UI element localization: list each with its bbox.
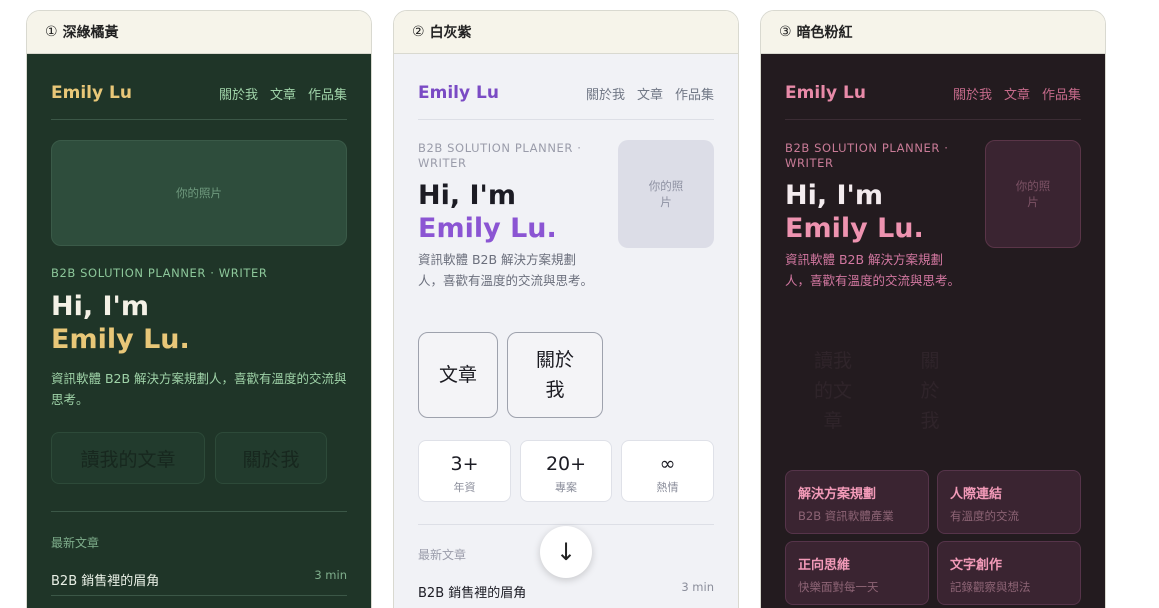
- hero-greeting: Hi, I'm: [418, 180, 516, 211]
- section-divider: [51, 511, 347, 512]
- panel-number: ③: [779, 24, 792, 40]
- role-eyebrow: B2B SOLUTION PLANNER · WRITER: [51, 266, 268, 280]
- preview-page: Emily Lu 關於我 文章 作品集 B2B SOLUTION PLANNER…: [394, 54, 738, 608]
- brand-logo[interactable]: Emily Lu: [418, 83, 499, 103]
- article-read-time: 3 min: [681, 580, 714, 594]
- hero-description: 資訊軟體 B2B 解決方案規劃人，喜歡有溫度的交流與思考。: [785, 252, 961, 288]
- panel-header: ③ 暗色粉紅: [761, 11, 1105, 54]
- nav-divider: [418, 119, 714, 120]
- hero-name: Emily Lu.: [785, 213, 924, 244]
- skill-card: 人際連結 有溫度的交流: [937, 470, 1081, 534]
- skill-card: 文字創作 記錄觀察與想法: [937, 541, 1081, 605]
- skill-subtitle: 有溫度的交流: [950, 509, 1019, 523]
- role-eyebrow: B2B SOLUTION PLANNER · WRITER: [785, 141, 949, 170]
- panel-title: 深綠橘黃: [62, 25, 119, 41]
- skill-title: 正向思維: [798, 558, 851, 573]
- top-nav: Emily Lu 關於我 文章 作品集: [785, 78, 1081, 108]
- photo-placeholder: 你的照片: [51, 140, 347, 246]
- nav-divider: [785, 119, 1081, 120]
- role-eyebrow: B2B SOLUTION PLANNER · WRITER: [418, 141, 582, 170]
- skill-title: 人際連結: [950, 487, 1003, 502]
- nav-link-portfolio[interactable]: 作品集: [1042, 84, 1081, 103]
- read-articles-button[interactable]: 讀我的文章: [811, 346, 855, 436]
- hero-greeting: Hi, I'm: [785, 180, 883, 211]
- about-me-button[interactable]: 關於我: [507, 332, 603, 418]
- skill-card: 正向思維 快樂面對每一天: [785, 541, 929, 605]
- stat-card: ∞ 熱情: [621, 440, 714, 502]
- hero-greeting: Hi, I'm: [51, 291, 149, 322]
- panel-title: 暗色粉紅: [796, 25, 853, 41]
- hero-name: Emily Lu.: [418, 213, 557, 244]
- stat-value: 3+: [450, 453, 479, 475]
- about-me-button[interactable]: 關於我: [215, 432, 327, 484]
- panel-number: ②: [412, 24, 425, 40]
- stat-label: 年資: [453, 481, 476, 494]
- panel-title: 白灰紫: [429, 25, 472, 41]
- articles-button[interactable]: 文章: [418, 332, 498, 418]
- read-articles-button[interactable]: 讀我的文章: [51, 432, 205, 484]
- nav-link-articles[interactable]: 文章: [637, 84, 663, 103]
- stat-value: ∞: [659, 453, 676, 475]
- hero-heading: Hi, I'm Emily Lu.: [785, 179, 924, 245]
- theme-panel-white-purple: ② 白灰紫 Emily Lu 關於我 文章 作品集 B2B SOLUTION P…: [393, 10, 739, 608]
- panel-number: ①: [45, 24, 58, 40]
- preview-page: Emily Lu 關於我 文章 作品集 B2B SOLUTION PLANNER…: [761, 54, 1105, 608]
- nav-link-portfolio[interactable]: 作品集: [308, 84, 347, 103]
- hero-description: 資訊軟體 B2B 解決方案規劃人，喜歡有溫度的交流與思考。: [418, 252, 594, 288]
- panel-header: ② 白灰紫: [394, 11, 738, 54]
- latest-articles-label: 最新文章: [418, 548, 467, 562]
- photo-placeholder: 你的照片: [618, 140, 714, 248]
- article-divider: [51, 595, 347, 596]
- stat-label: 熱情: [656, 481, 679, 494]
- about-me-button[interactable]: 關於我: [918, 346, 942, 436]
- skill-subtitle: B2B 資訊軟體產業: [798, 509, 894, 523]
- panel-header: ① 深綠橘黃: [27, 11, 371, 54]
- nav-link-about[interactable]: 關於我: [219, 84, 258, 103]
- skill-title: 解決方案規劃: [798, 487, 877, 502]
- skill-title: 文字創作: [950, 558, 1003, 573]
- stat-card: 20+ 專案: [520, 440, 612, 502]
- theme-panel-dark-green: ① 深綠橘黃 Emily Lu 關於我 文章 作品集 你的照片 B2B SOLU…: [26, 10, 372, 608]
- preview-page: Emily Lu 關於我 文章 作品集 你的照片 B2B SOLUTION PL…: [27, 54, 371, 608]
- skill-card: 解決方案規劃 B2B 資訊軟體產業: [785, 470, 929, 534]
- nav-link-portfolio[interactable]: 作品集: [675, 84, 714, 103]
- hero-heading: Hi, I'm Emily Lu.: [51, 290, 190, 356]
- top-nav: Emily Lu 關於我 文章 作品集: [418, 78, 714, 108]
- theme-panel-dark-pink: ③ 暗色粉紅 Emily Lu 關於我 文章 作品集 B2B SOLUTION …: [760, 10, 1106, 608]
- photo-placeholder: 你的照片: [985, 140, 1081, 248]
- hero-description: 資訊軟體 B2B 解決方案規劃人，喜歡有溫度的交流與思考。: [51, 371, 347, 407]
- top-nav: Emily Lu 關於我 文章 作品集: [51, 78, 347, 108]
- stat-value: 20+: [545, 453, 587, 475]
- brand-logo[interactable]: Emily Lu: [51, 83, 132, 103]
- nav-link-about[interactable]: 關於我: [586, 84, 625, 103]
- skill-subtitle: 快樂面對每一天: [798, 580, 879, 594]
- brand-logo[interactable]: Emily Lu: [785, 83, 866, 103]
- nav-link-articles[interactable]: 文章: [1004, 84, 1030, 103]
- scroll-down-icon[interactable]: ↓: [540, 526, 592, 578]
- latest-articles-label: 最新文章: [51, 536, 100, 550]
- nav-link-articles[interactable]: 文章: [270, 84, 296, 103]
- article-title[interactable]: B2B 銷售裡的眉角: [51, 570, 159, 589]
- stat-card: 3+ 年資: [418, 440, 511, 502]
- skill-subtitle: 記錄觀察與想法: [950, 580, 1031, 594]
- stat-label: 專案: [555, 481, 577, 494]
- article-read-time: 3 min: [314, 568, 347, 582]
- section-divider: [418, 524, 714, 525]
- hero-heading: Hi, I'm Emily Lu.: [418, 179, 557, 245]
- nav-link-about[interactable]: 關於我: [953, 84, 992, 103]
- nav-divider: [51, 119, 347, 120]
- hero-name: Emily Lu.: [51, 324, 190, 355]
- article-title[interactable]: B2B 銷售裡的眉角: [418, 582, 526, 601]
